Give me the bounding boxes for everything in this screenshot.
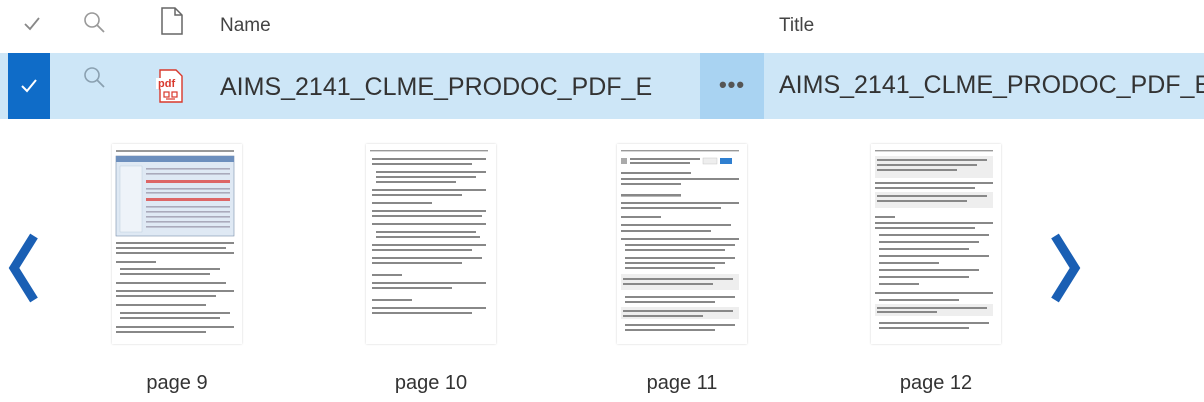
- previous-page-button[interactable]: [4, 232, 44, 304]
- checkmark-icon: [21, 79, 37, 93]
- column-header-title[interactable]: Title: [779, 15, 814, 37]
- file-title: AIMS_2141_CLME_PRODOC_PDF_E: [779, 71, 1204, 99]
- chevron-left-icon: [8, 233, 38, 303]
- pdf-icon: pdf: [154, 68, 188, 104]
- page-thumbnail[interactable]: [617, 144, 747, 344]
- page-label: page 12: [899, 372, 973, 394]
- page-label: page 9: [146, 372, 208, 394]
- page-thumbnail[interactable]: [112, 144, 242, 344]
- chevron-right-icon: [1051, 233, 1081, 303]
- page-label: page 11: [646, 372, 718, 394]
- file-name-link[interactable]: AIMS_2141_CLME_PRODOC_PDF_E: [220, 73, 652, 102]
- page-thumbnail[interactable]: [871, 144, 1001, 344]
- next-page-button[interactable]: [1045, 232, 1085, 304]
- more-icon: •••: [718, 72, 746, 97]
- search-icon[interactable]: [82, 65, 106, 89]
- checkmark-icon[interactable]: [22, 14, 42, 34]
- list-row[interactable]: pdf AIMS_2141_CLME_PRODOC_PDF_E ••• AIMS…: [0, 53, 1204, 119]
- svg-text:pdf: pdf: [158, 78, 175, 90]
- page-label: page 10: [394, 372, 468, 394]
- page-thumbnail[interactable]: [366, 144, 496, 344]
- column-header-name[interactable]: Name: [220, 15, 271, 37]
- search-icon[interactable]: [82, 10, 106, 34]
- list-header: Name Title: [0, 0, 1204, 50]
- more-options-button[interactable]: •••: [700, 53, 764, 119]
- document-icon: [159, 6, 185, 36]
- row-select-checkbox[interactable]: [8, 53, 50, 119]
